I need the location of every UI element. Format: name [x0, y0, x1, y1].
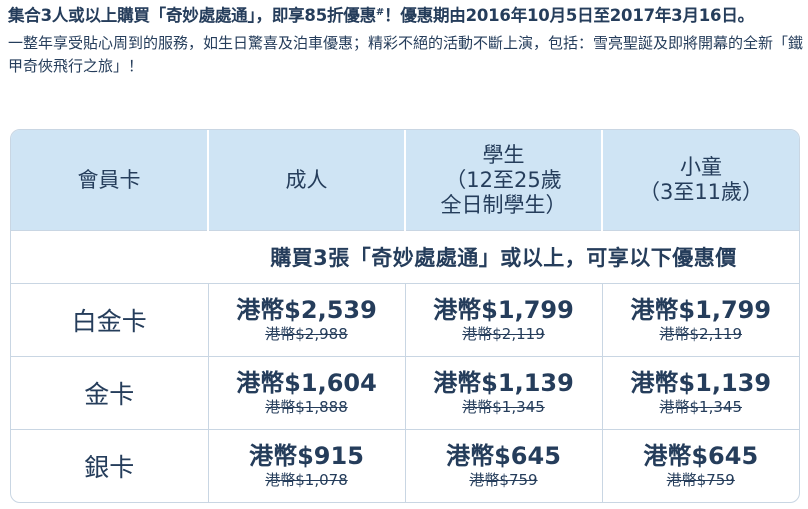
promo-headline: 集合3人或以上購買「奇妙處處通」，即享85折優惠#！優惠期由2016年10月5日…: [8, 2, 803, 29]
promo-note-row: 購買3張「奇妙處處通」或以上，可享以下優惠價: [11, 230, 799, 284]
price-cell-child: 港幣$1,799 港幣$2,119: [602, 282, 799, 357]
price-cell-student: 港幣$645 港幣$759: [405, 428, 603, 502]
price-cell-adult: 港幣$1,604 港幣$1,888: [208, 355, 406, 430]
tier-label: 白金卡: [11, 282, 209, 357]
price-cell-adult: 港幣$2,539 港幣$2,988: [208, 282, 406, 357]
promo-note: 購買3張「奇妙處處通」或以上，可享以下優惠價: [208, 230, 799, 284]
discounted-price: 港幣$1,799: [630, 296, 772, 325]
headline-period-text: ！優惠期由2016年10月5日至2017年3月16日。: [384, 6, 754, 25]
original-price: 港幣$2,988: [265, 325, 348, 344]
price-cell-student: 港幣$1,799 港幣$2,119: [405, 282, 603, 357]
original-price: 港幣$1,345: [659, 398, 743, 417]
headline-text: 集合3人或以上購買「奇妙處處通」，即享85折優惠: [8, 6, 376, 25]
discounted-price: 港幣$2,539: [236, 296, 377, 325]
discounted-price: 港幣$645: [446, 442, 561, 471]
original-price: 港幣$759: [666, 471, 735, 490]
promo-intro: 集合3人或以上購買「奇妙處處通」，即享85折優惠#！優惠期由2016年10月5日…: [8, 2, 803, 78]
table-row: 白金卡 港幣$2,539 港幣$2,988 港幣$1,799 港幣$2,119 …: [11, 282, 799, 357]
header-student: 學生 （12至25歲 全日制學生）: [405, 130, 603, 231]
discounted-price: 港幣$1,604: [236, 369, 377, 398]
original-price: 港幣$2,119: [659, 325, 743, 344]
price-cell-child: 港幣$645 港幣$759: [602, 428, 799, 502]
price-table-container: 會員卡 成人 學生 （12至25歲 全日制學生） 小童 （3至11歲） 購買3張…: [10, 129, 800, 503]
tier-label: 銀卡: [11, 428, 209, 502]
footnote-mark: #: [375, 7, 385, 18]
original-price: 港幣$2,119: [462, 325, 545, 344]
tier-label: 金卡: [11, 355, 209, 430]
table-header-row: 會員卡 成人 學生 （12至25歲 全日制學生） 小童 （3至11歲）: [11, 130, 799, 231]
discounted-price: 港幣$1,139: [630, 369, 772, 398]
discounted-price: 港幣$915: [249, 442, 364, 471]
table-row: 銀卡 港幣$915 港幣$1,078 港幣$645 港幣$759 港幣$645 …: [11, 428, 799, 502]
discounted-price: 港幣$1,139: [433, 369, 574, 398]
original-price: 港幣$1,888: [265, 398, 348, 417]
discounted-price: 港幣$645: [643, 442, 759, 471]
header-child: 小童 （3至11歲）: [602, 130, 799, 231]
header-membership: 會員卡: [11, 130, 209, 231]
promo-note-spacer: [11, 230, 208, 284]
discounted-price: 港幣$1,799: [433, 296, 574, 325]
table-row: 金卡 港幣$1,604 港幣$1,888 港幣$1,139 港幣$1,345 港…: [11, 355, 799, 430]
header-adult: 成人: [208, 130, 406, 231]
price-cell-student: 港幣$1,139 港幣$1,345: [405, 355, 603, 430]
original-price: 港幣$1,078: [265, 471, 348, 490]
price-cell-adult: 港幣$915 港幣$1,078: [208, 428, 406, 502]
price-table: 會員卡 成人 學生 （12至25歲 全日制學生） 小童 （3至11歲） 購買3張…: [11, 130, 799, 502]
original-price: 港幣$1,345: [462, 398, 545, 417]
original-price: 港幣$759: [469, 471, 538, 490]
promo-description: 一整年享受貼心周到的服務，如生日驚喜及泊車優惠；精彩不絕的活動不斷上演，包括：雪…: [8, 34, 804, 75]
price-cell-child: 港幣$1,139 港幣$1,345: [602, 355, 799, 430]
